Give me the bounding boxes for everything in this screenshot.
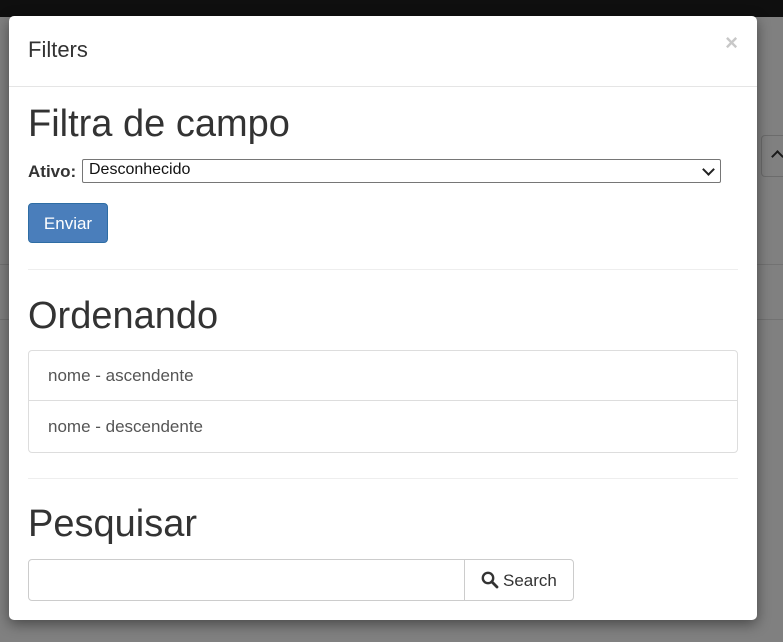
section-divider xyxy=(28,269,738,270)
search-icon xyxy=(481,571,499,589)
chevron-down-icon xyxy=(702,163,715,176)
ordering-heading: Ordenando xyxy=(28,295,219,337)
background-collapse-button xyxy=(761,135,783,177)
search-button[interactable]: Search xyxy=(464,559,574,601)
ativo-label: Ativo: xyxy=(28,162,77,181)
submit-button[interactable]: Enviar xyxy=(28,203,108,243)
order-item-nome-desc[interactable]: nome - descendente xyxy=(29,402,737,452)
modal-header: Filters × xyxy=(9,16,757,87)
top-navbar xyxy=(0,0,783,17)
ativo-select-value: Desconhecido xyxy=(89,161,191,178)
close-icon[interactable]: × xyxy=(725,32,738,54)
section-divider xyxy=(28,478,738,479)
modal-title: Filters xyxy=(28,37,88,62)
ativo-select[interactable]: Desconhecido xyxy=(82,159,721,183)
search-heading: Pesquisar xyxy=(28,503,197,545)
search-button-label: Search xyxy=(503,571,557,590)
ordering-list: nome - ascendente nome - descendente xyxy=(28,350,738,453)
field-filter-heading: Filtra de campo xyxy=(28,103,290,145)
search-input[interactable] xyxy=(28,559,465,601)
filters-modal: Filters × Filtra de campo Ativo: Desconh… xyxy=(9,16,757,620)
order-item-nome-asc[interactable]: nome - ascendente xyxy=(29,351,737,401)
